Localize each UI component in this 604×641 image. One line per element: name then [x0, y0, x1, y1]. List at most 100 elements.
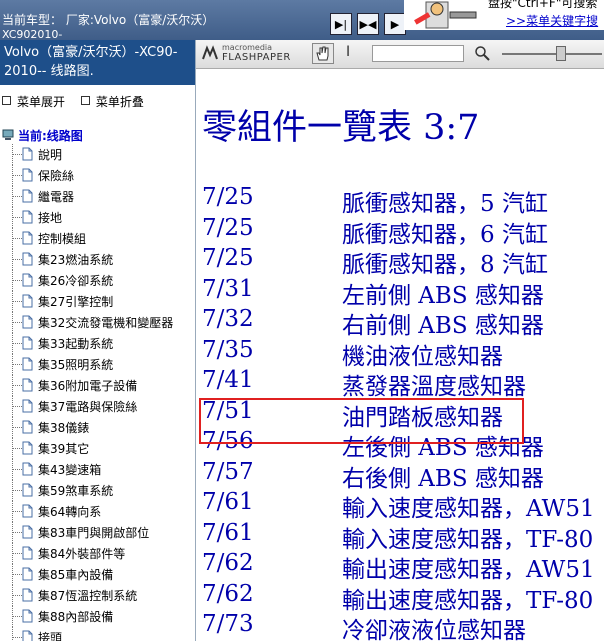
sidebar-tree-item[interactable]: 集87恆溫控制系統: [0, 585, 195, 606]
sidebar-tree-item[interactable]: 集59煞車系統: [0, 480, 195, 501]
component-page-ref: 7/25: [202, 245, 254, 271]
collapse-menu-button[interactable]: 菜单折叠: [80, 95, 144, 109]
component-name: 輸入速度感知器，AW51: [342, 496, 595, 522]
expand-menu-button[interactable]: 菜单展开: [2, 95, 65, 109]
component-row[interactable]: 7/25 脈衝感知器，6 汽缸: [196, 215, 604, 248]
sidebar-tree-item[interactable]: 集32交流發電機和變壓器: [0, 312, 195, 333]
sidebar-tree-item-label: 集64轉向系: [38, 505, 102, 519]
component-name: 右前側 ABS 感知器: [342, 313, 544, 339]
hand-tool-icon[interactable]: [312, 43, 334, 64]
component-row[interactable]: 7/41 蒸發器溫度感知器: [196, 367, 604, 400]
nav-first-icon[interactable]: ▶|: [330, 13, 352, 35]
zoom-magnifier-icon[interactable]: [474, 45, 490, 61]
component-row[interactable]: 7/35 機油液位感知器: [196, 336, 604, 370]
highlight-box: [199, 398, 524, 444]
sidebar-tree-item[interactable]: 集27引擎控制: [0, 291, 195, 312]
component-page-ref: 7/31: [202, 275, 254, 302]
document-icon: [22, 525, 33, 539]
page-number-input[interactable]: [372, 45, 464, 62]
nav-prev-icon[interactable]: ▶◀: [357, 13, 379, 35]
sidebar-tree-item[interactable]: 繼電器: [0, 186, 195, 207]
zoom-slider-track[interactable]: [502, 53, 602, 55]
sidebar-tree-item[interactable]: 說明: [0, 144, 195, 165]
sidebar-tree-item[interactable]: 集23燃油系統: [0, 249, 195, 270]
component-page-ref: 7/32: [202, 306, 254, 332]
sidebar-tree-item-label: 集84外裝部件等: [38, 547, 126, 561]
brand-vendor: macromedia: [222, 43, 273, 52]
current-vehicle-label: 当前车型： 厂家:Volvo（富豪/沃尔沃）: [2, 13, 215, 27]
component-row[interactable]: 7/62 輸出速度感知器，TF-80: [196, 581, 604, 614]
sidebar-tree-item-label: 集43變速箱: [38, 463, 102, 477]
component-page-ref: 7/57: [202, 458, 254, 485]
sidebar-tree-item-label: 集33起動系統: [38, 337, 114, 351]
document-icon: [22, 462, 33, 476]
sidebar-tree-item-label: 集23燃油系統: [38, 253, 114, 267]
keyword-search-link[interactable]: >>菜单关键字搜: [506, 12, 598, 29]
component-name: 機油液位感知器: [342, 343, 503, 370]
component-name: 脈衝感知器，6 汽缸: [342, 221, 548, 248]
document-icon: [22, 441, 33, 455]
document-icon: [22, 231, 33, 245]
document-icon: [22, 189, 33, 203]
component-row[interactable]: 7/62 輸出速度感知器，AW51: [196, 550, 604, 583]
sidebar-tree-item[interactable]: 集33起動系統: [0, 333, 195, 354]
component-name: 左前側 ABS 感知器: [342, 282, 544, 309]
component-page-ref: 7/35: [202, 336, 254, 363]
sidebar-tree-item[interactable]: 集43變速箱: [0, 459, 195, 480]
component-page-ref: 7/73: [202, 611, 254, 637]
component-row[interactable]: 7/73 冷卻液液位感知器: [196, 611, 604, 641]
sidebar-tree-item[interactable]: 集85車內設備: [0, 564, 195, 585]
component-page-ref: 7/61: [202, 519, 254, 546]
sidebar-tree-item[interactable]: 集88內部設備: [0, 606, 195, 627]
component-name: 輸入速度感知器，TF-80: [342, 526, 594, 553]
document-icon: [22, 294, 33, 308]
brand-product: FLASHPAPER: [222, 52, 291, 63]
sidebar-tree-item-label: 控制模組: [38, 232, 87, 246]
component-row[interactable]: 7/57 右後側 ABS 感知器: [196, 458, 604, 492]
sidebar-tree-item[interactable]: 集84外裝部件等: [0, 543, 195, 564]
sidebar-tree-item[interactable]: 集36附加電子設備: [0, 375, 195, 396]
sidebar-tree-item-label: 集83車門與開啟部位: [38, 526, 150, 540]
tree-root-label: 当前:线路图: [18, 128, 83, 143]
sidebar-tree-item[interactable]: 集26冷卻系統: [0, 270, 195, 291]
component-row[interactable]: 7/61 輸入速度感知器，TF-80: [196, 519, 604, 553]
component-name: 脈衝感知器，8 汽缸: [342, 252, 548, 278]
component-row[interactable]: 7/61 輸入速度感知器，AW51: [196, 489, 604, 522]
zoom-slider-thumb[interactable]: [556, 46, 566, 61]
document-icon: [22, 315, 33, 329]
sidebar-tree-item[interactable]: 集35照明系統: [0, 354, 195, 375]
sidebar: Volvo（富豪/沃尔沃）-XC90-2010-- 线路图. 菜单展开 菜单折叠…: [0, 40, 196, 641]
sidebar-tree-item[interactable]: 集39其它: [0, 438, 195, 459]
sidebar-tree-item[interactable]: 控制模組: [0, 228, 195, 249]
component-name: 冷卻液液位感知器: [342, 618, 526, 641]
sidebar-tree-item[interactable]: 集37電路與保險絲: [0, 396, 195, 417]
document-icon: [22, 399, 33, 413]
component-row[interactable]: 7/32 右前側 ABS 感知器: [196, 306, 604, 339]
sidebar-tree-item[interactable]: 接地: [0, 207, 195, 228]
sidebar-tree-item-label: 集36附加電子設備: [38, 379, 138, 393]
component-page-ref: 7/41: [202, 367, 254, 393]
sidebar-tree-item-label: 集88內部設備: [38, 610, 114, 624]
document-icon: [22, 168, 33, 182]
collapse-label: 菜单折叠: [95, 95, 144, 109]
sidebar-tree-item[interactable]: 接頭: [0, 627, 195, 641]
nav-next-icon[interactable]: ▶: [384, 13, 406, 35]
component-name: 脈衝感知器，5 汽缸: [342, 191, 548, 217]
text-select-tool-icon[interactable]: I: [346, 44, 350, 60]
sidebar-tree-item-label: 集87恆溫控制系統: [38, 589, 138, 603]
current-vehicle-model: XC902010-: [2, 28, 63, 40]
tree-root[interactable]: 当前:线路图: [0, 114, 195, 144]
sidebar-tree-item[interactable]: 集64轉向系: [0, 501, 195, 522]
component-row[interactable]: 7/25 脈衝感知器，5 汽缸: [196, 184, 604, 217]
sidebar-tree-item[interactable]: 集38儀錶: [0, 417, 195, 438]
menu-controls: 菜单展开 菜单折叠: [0, 85, 195, 114]
component-name: 輸出速度感知器，AW51: [342, 557, 595, 583]
flashpaper-toolbar: macromedia FLASHPAPER I: [196, 40, 604, 69]
sidebar-tree-item-label: 集39其它: [38, 442, 90, 456]
component-page-ref: 7/62: [202, 550, 254, 576]
sidebar-tree-item[interactable]: 保險絲: [0, 165, 195, 186]
collapse-square-icon: [80, 96, 90, 105]
component-row[interactable]: 7/31 左前側 ABS 感知器: [196, 275, 604, 309]
sidebar-tree-item[interactable]: 集83車門與開啟部位: [0, 522, 195, 543]
component-row[interactable]: 7/25 脈衝感知器，8 汽缸: [196, 245, 604, 278]
